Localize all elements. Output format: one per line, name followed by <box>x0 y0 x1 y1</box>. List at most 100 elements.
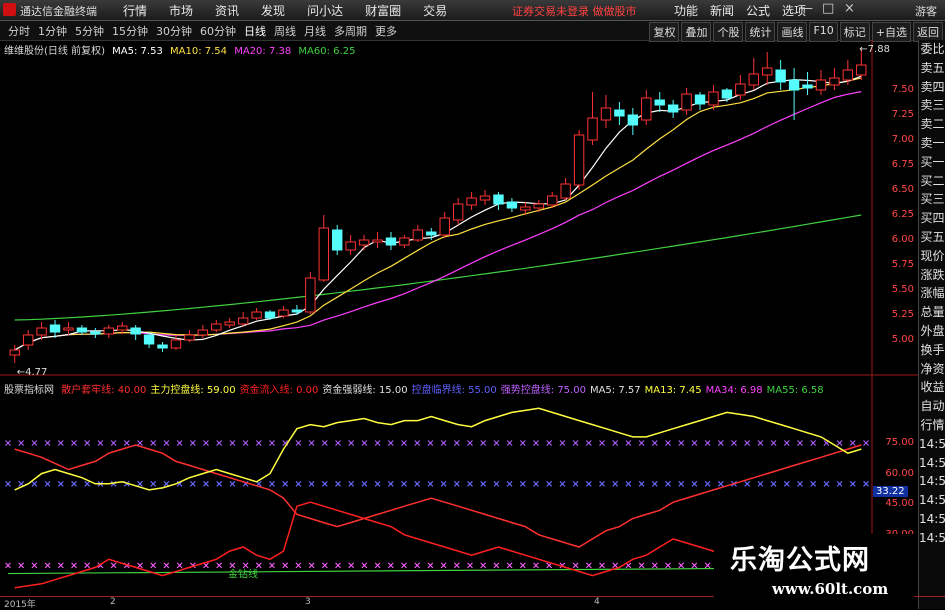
indicator-tick-0: 75.00 <box>885 437 914 448</box>
candle[interactable] <box>385 232 397 250</box>
time-label-year: 2015年 <box>4 600 36 610</box>
candle[interactable] <box>614 102 625 125</box>
price-tick-10: 5.00 <box>891 334 914 345</box>
side-panel-item-19[interactable]: 自动 <box>919 397 945 416</box>
candle[interactable] <box>157 342 168 352</box>
candle[interactable] <box>439 212 450 238</box>
side-panel-item-21[interactable]: 14:5 <box>919 435 945 454</box>
side-panel-item-14[interactable]: 总量 <box>919 303 945 322</box>
price-tick-0: 7.50 <box>891 84 914 95</box>
candle[interactable] <box>533 200 544 212</box>
side-panel-item-15[interactable]: 外盘 <box>919 322 945 341</box>
candle[interactable] <box>788 68 800 120</box>
side-panel-item-17[interactable]: 净资 <box>919 360 945 379</box>
candle[interactable] <box>694 92 706 110</box>
candle[interactable] <box>802 72 813 95</box>
time-label-mar: 3 <box>305 597 311 607</box>
candle[interactable] <box>130 325 141 340</box>
side-panel-item-10[interactable]: 买五 <box>919 228 945 247</box>
side-panel-item-1[interactable]: 卖五 <box>919 59 945 78</box>
candle[interactable] <box>197 325 209 338</box>
candle[interactable] <box>90 328 101 338</box>
side-panel-item-8[interactable]: 买三 <box>919 190 945 209</box>
side-panel-item-24[interactable]: 14:5 <box>919 491 945 510</box>
side-panel-item-2[interactable]: 卖四 <box>919 78 945 97</box>
candle[interactable] <box>654 92 665 112</box>
watermark-title: 乐淘公式网 <box>730 545 870 576</box>
candle[interactable] <box>573 130 585 190</box>
price-tick-9: 5.25 <box>891 309 914 320</box>
price-axis: 7.50 7.25 7.00 6.75 6.50 6.25 6.00 5.75 5.50 5.25… <box>873 40 918 370</box>
candle[interactable] <box>748 58 759 90</box>
candle[interactable] <box>452 198 464 225</box>
candle[interactable] <box>466 192 477 210</box>
main-control-line <box>14 407 862 491</box>
candle[interactable] <box>291 305 303 315</box>
side-panel-item-22[interactable]: 14:5 <box>919 454 945 473</box>
side-panel-item-25[interactable]: 14:5 <box>919 510 945 529</box>
candle[interactable] <box>506 198 518 212</box>
side-panel-item-13[interactable]: 涨幅 <box>919 284 945 303</box>
candle[interactable] <box>63 322 74 335</box>
ma5-line <box>14 75 862 351</box>
candle[interactable] <box>211 320 222 332</box>
candle[interactable] <box>829 68 840 90</box>
candle[interactable] <box>627 108 639 135</box>
candle[interactable] <box>264 310 276 320</box>
side-panel-item-4[interactable]: 卖二 <box>919 115 945 134</box>
candle[interactable] <box>358 235 370 250</box>
candle[interactable] <box>318 215 329 282</box>
side-panel-item-20[interactable]: 行情 <box>919 416 945 435</box>
candle[interactable] <box>667 100 679 118</box>
kline-chart[interactable]: ←7.88←4.77金钻线 <box>0 0 918 596</box>
candle[interactable] <box>815 70 827 95</box>
candle[interactable] <box>22 330 34 350</box>
candle[interactable] <box>587 92 598 145</box>
side-panel-item-23[interactable]: 14:5 <box>919 472 945 491</box>
candle[interactable] <box>479 190 491 205</box>
candle[interactable] <box>600 95 612 128</box>
candle[interactable] <box>493 192 504 210</box>
indicator-tick-1: 60.00 <box>885 467 914 479</box>
side-panel-item-16[interactable]: 换手 <box>919 341 945 360</box>
price-tick-7: 5.75 <box>891 259 914 270</box>
side-panel-item-5[interactable]: 卖一 <box>919 134 945 153</box>
watermark: 乐淘公式网 www.60lt.com <box>714 534 914 609</box>
candle[interactable] <box>560 178 571 200</box>
ma20-line <box>14 91 862 351</box>
candle[interactable] <box>345 235 356 255</box>
candle[interactable] <box>412 225 424 242</box>
candle[interactable] <box>641 90 652 125</box>
candle[interactable] <box>76 325 88 335</box>
candle[interactable] <box>372 232 383 248</box>
candle[interactable] <box>332 225 343 255</box>
candle[interactable] <box>184 330 195 342</box>
candle[interactable] <box>251 308 262 320</box>
candle[interactable] <box>775 60 786 90</box>
quote-side-panel: 委比 卖五 卖四 卖三 卖二 卖一 买一 买二 买三 买四 买五 现价 涨跌 涨幅 总量 外盘 换手 净资 收益 自动… <box>918 40 945 609</box>
side-panel-item-3[interactable]: 卖三 <box>919 96 945 115</box>
side-panel-item-11[interactable]: 现价 <box>919 247 945 266</box>
candle[interactable] <box>399 235 410 248</box>
side-panel-item-7[interactable]: 买二 <box>919 172 945 191</box>
side-panel-item-6[interactable]: 买一 <box>919 153 945 172</box>
watermark-url: www.60lt.com <box>772 580 889 598</box>
low-price-label: ←4.77 <box>17 367 48 378</box>
price-tick-8: 5.50 <box>891 284 914 295</box>
side-panel-item-26[interactable]: 14:5 <box>919 529 945 548</box>
price-tick-4: 6.50 <box>891 184 914 195</box>
side-panel-item-0[interactable]: 委比 <box>919 40 945 59</box>
candle[interactable] <box>762 52 773 85</box>
side-panel-item-12[interactable]: 涨跌 <box>919 266 945 285</box>
candle[interactable] <box>278 306 289 318</box>
candle[interactable] <box>103 325 114 338</box>
candle[interactable] <box>305 272 316 314</box>
candle[interactable] <box>224 318 235 328</box>
side-panel-item-18[interactable]: 收益 <box>919 378 945 397</box>
candle[interactable] <box>237 312 249 326</box>
indicator-tick-2: 45.00 <box>885 498 914 510</box>
side-panel-item-9[interactable]: 买四 <box>919 209 945 228</box>
candle[interactable] <box>681 88 692 115</box>
price-tick-5: 6.25 <box>891 209 914 220</box>
guest-label[interactable]: 游客 <box>915 3 937 19</box>
